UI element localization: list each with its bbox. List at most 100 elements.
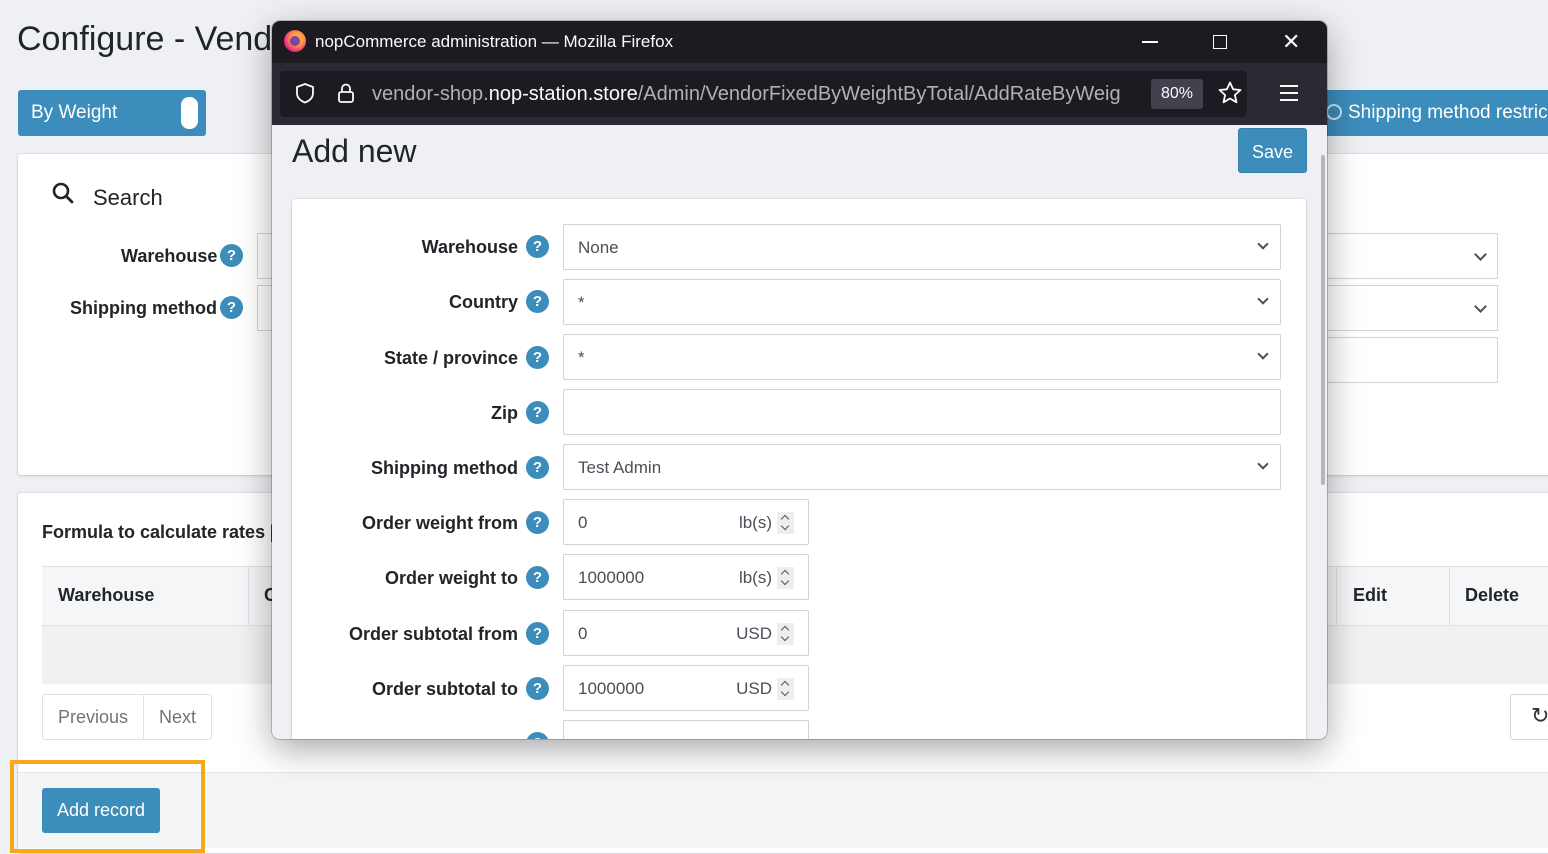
help-icon[interactable]: ? [220, 244, 243, 267]
help-icon[interactable]: ? [526, 566, 549, 589]
by-weight-toggle[interactable]: By Weight [18, 90, 206, 136]
zip-input[interactable] [563, 389, 1281, 435]
additional-fixed-cost-input[interactable] [563, 720, 809, 739]
warehouse-select[interactable]: None [563, 224, 1281, 270]
country-select[interactable]: * [563, 279, 1281, 325]
search-shipping-method-select[interactable] [1320, 285, 1498, 331]
order-weight-from-value: 0 [578, 513, 588, 532]
maximize-button[interactable] [1200, 27, 1240, 57]
country-label: Country [449, 292, 518, 312]
close-icon: ✕ [1282, 29, 1301, 54]
column-divider [1449, 567, 1450, 625]
scrollbar[interactable] [1321, 155, 1325, 485]
zip-label: Zip [491, 403, 518, 423]
refresh-icon: ↻ [1531, 703, 1548, 728]
help-icon[interactable]: ? [526, 235, 549, 258]
column-header-edit: Edit [1353, 585, 1387, 605]
previous-page-button[interactable]: Previous [43, 695, 143, 739]
help-icon[interactable]: ? [526, 622, 549, 645]
chevron-down-icon [1257, 458, 1269, 470]
highlight-box [10, 760, 205, 853]
search-title: Search [93, 185, 163, 210]
order-subtotal-from-value: 0 [578, 624, 588, 643]
window-titlebar: nopCommerce administration — Mozilla Fir… [272, 21, 1327, 63]
next-page-button[interactable]: Next [143, 695, 211, 739]
url-path: /Admin/VendorFixedByWeightByTotal/AddRat… [637, 83, 1121, 105]
order-weight-from-unit: lb(s) [738, 513, 772, 532]
order-subtotal-from-label: Order subtotal from [348, 624, 518, 644]
firefox-icon [284, 30, 306, 52]
minimize-icon [1142, 41, 1158, 43]
hamburger-menu-icon[interactable] [1280, 85, 1300, 105]
form-title: Add new [292, 133, 417, 169]
warehouse-label: Warehouse [421, 237, 518, 257]
search-warehouse-select[interactable] [1320, 233, 1498, 279]
number-spinner-icon[interactable] [777, 623, 794, 645]
column-header-warehouse[interactable]: Warehouse [58, 585, 154, 606]
help-icon[interactable]: ? [526, 511, 549, 534]
formula-label: Formula to calculate rates [ [42, 522, 277, 542]
order-weight-to-unit: lb(s) [738, 568, 772, 587]
number-spinner-icon[interactable] [777, 567, 794, 589]
help-icon[interactable]: ? [526, 290, 549, 313]
url-text: vendor-shop.nop-station.store/Admin/Vend… [372, 83, 1139, 106]
column-divider [248, 567, 249, 625]
order-subtotal-to-value: 1000000 [578, 679, 645, 698]
order-subtotal-from-input[interactable]: 0 USD [563, 610, 809, 656]
shipping-method-restrictions-label: Shipping method restrict [1348, 102, 1548, 123]
order-subtotal-to-label: Order subtotal to [371, 679, 518, 699]
firefox-popup-window: nopCommerce administration — Mozilla Fir… [272, 21, 1327, 739]
window-title: nopCommerce administration — Mozilla Fir… [315, 32, 674, 51]
shield-icon[interactable] [294, 82, 316, 104]
url-domain: nop-station.store [488, 83, 638, 105]
popup-content: Add new Save Warehouse ? None Country ? … [272, 125, 1327, 739]
zoom-indicator[interactable]: 80% [1151, 79, 1203, 109]
shipping-method-label: Shipping method [371, 458, 518, 478]
help-icon[interactable]: ? [526, 732, 549, 739]
maximize-icon [1213, 35, 1227, 49]
page-title: Configure - Vendo [17, 20, 292, 58]
state-province-value: * [578, 348, 585, 367]
order-weight-from-input[interactable]: 0 lb(s) [563, 499, 809, 545]
url-prefix: vendor-shop. [372, 83, 489, 105]
lock-icon[interactable] [336, 82, 356, 104]
shipping-method-restrictions-button[interactable]: Shipping method restrict [1320, 90, 1548, 136]
save-button[interactable]: Save [1238, 128, 1307, 173]
refresh-button[interactable]: ↻ [1510, 694, 1548, 740]
url-bar[interactable]: vendor-shop.nop-station.store/Admin/Vend… [280, 71, 1247, 117]
pager: Previous Next [42, 694, 213, 740]
number-spinner-icon[interactable] [777, 512, 794, 534]
minimize-button[interactable] [1130, 27, 1170, 57]
column-divider [1336, 567, 1337, 625]
help-icon[interactable]: ? [526, 456, 549, 479]
order-weight-to-value: 1000000 [578, 568, 645, 587]
shipping-method-select[interactable]: Test Admin [563, 444, 1281, 490]
order-weight-from-label: Order weight from [361, 513, 518, 533]
help-icon[interactable]: ? [526, 677, 549, 700]
search-warehouse-label: Warehouse [121, 246, 218, 266]
state-province-select[interactable]: * [563, 334, 1281, 380]
chevron-down-icon [1474, 300, 1487, 313]
chevron-down-icon [1257, 238, 1269, 250]
order-subtotal-to-input[interactable]: 1000000 USD [563, 665, 809, 711]
order-weight-to-input[interactable]: 1000000 lb(s) [563, 554, 809, 600]
country-value: * [578, 293, 585, 312]
close-button[interactable]: ✕ [1271, 27, 1311, 57]
globe-icon [1326, 104, 1342, 120]
bookmark-star-icon[interactable] [1217, 80, 1243, 106]
chevron-down-icon [1474, 248, 1487, 261]
search-zip-input[interactable] [1320, 337, 1498, 383]
by-weight-toggle-label: By Weight [31, 102, 118, 123]
column-header-delete: Delete [1465, 585, 1520, 605]
help-icon[interactable]: ? [526, 346, 549, 369]
state-province-label: State / province [383, 348, 518, 368]
help-icon[interactable]: ? [220, 296, 243, 319]
search-icon [52, 182, 74, 204]
warehouse-value: None [578, 238, 619, 257]
toggle-knob [181, 97, 198, 129]
order-subtotal-to-unit: USD [736, 679, 772, 698]
search-shipping-method-label: Shipping method [70, 298, 217, 318]
number-spinner-icon[interactable] [777, 678, 794, 700]
help-icon[interactable]: ? [526, 401, 549, 424]
chevron-down-icon [1257, 348, 1269, 360]
